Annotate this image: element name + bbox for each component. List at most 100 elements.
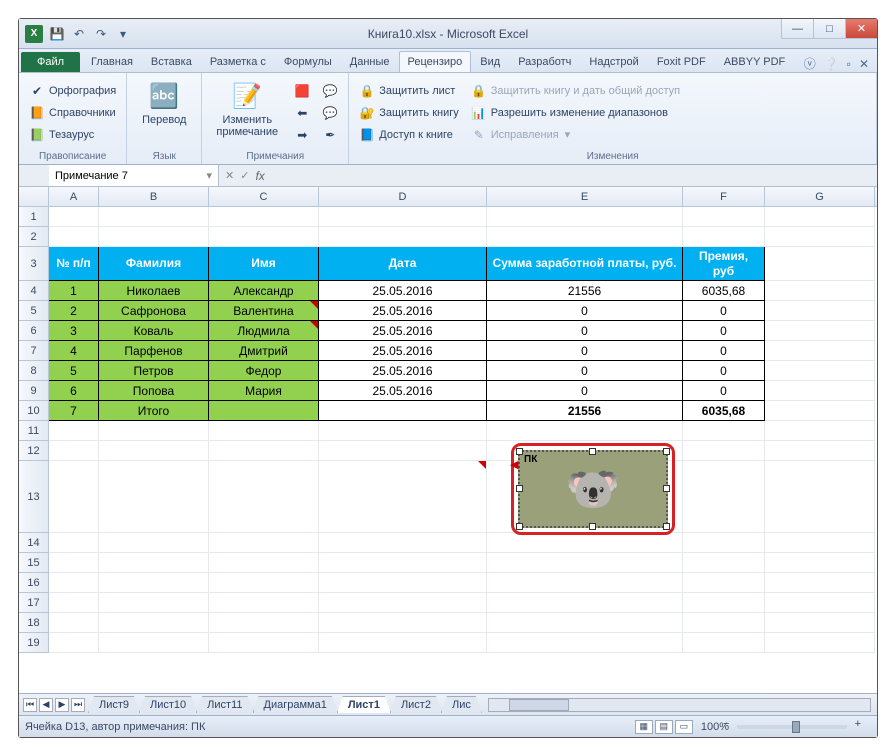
cell[interactable]: 0	[683, 301, 765, 321]
last-sheet-button[interactable]: ⏭	[71, 698, 85, 712]
cell[interactable]: 6035,68	[683, 401, 765, 421]
row-header[interactable]: 1	[19, 207, 49, 227]
row-header[interactable]: 9	[19, 381, 49, 401]
cell[interactable]	[765, 421, 875, 441]
translate-button[interactable]: 🔤 Перевод	[133, 76, 195, 149]
cell[interactable]	[49, 207, 99, 227]
cell[interactable]: 25.05.2016	[319, 321, 487, 341]
tab-addins[interactable]: Надстрой	[580, 51, 647, 72]
cell[interactable]	[683, 573, 765, 593]
cell[interactable]	[487, 633, 683, 653]
col-header[interactable]: G	[765, 187, 875, 206]
cell[interactable]: Николаев	[99, 281, 209, 301]
tab-home[interactable]: Главная	[82, 51, 142, 72]
cell[interactable]	[49, 227, 99, 247]
cell[interactable]: Фамилия	[99, 247, 209, 281]
thesaurus-button[interactable]: 📗Тезаурус	[25, 125, 120, 145]
cell[interactable]	[683, 227, 765, 247]
fx-button[interactable]: fx	[255, 169, 264, 183]
tab-abbyy[interactable]: ABBYY PDF	[715, 51, 795, 72]
spelling-button[interactable]: ✔Орфография	[25, 81, 120, 101]
cell[interactable]	[209, 573, 319, 593]
ribbon-minimize-icon[interactable]: ⓥ	[804, 55, 816, 72]
maximize-button[interactable]: □	[813, 19, 845, 39]
undo-button[interactable]: ↶	[71, 26, 87, 42]
cell[interactable]: 1	[49, 281, 99, 301]
comment-popup[interactable]: ◀ ПК 🐨	[511, 443, 675, 535]
cell[interactable]	[765, 247, 875, 281]
cell[interactable]	[99, 421, 209, 441]
name-box[interactable]: Примечание 7▾	[49, 165, 219, 186]
resize-handle[interactable]	[516, 485, 523, 492]
cell[interactable]	[765, 593, 875, 613]
cell[interactable]	[209, 227, 319, 247]
select-all-corner[interactable]	[19, 187, 49, 206]
file-tab[interactable]: Файл	[21, 52, 80, 72]
edit-comment-button[interactable]: 📝 Изменить примечание	[208, 76, 286, 149]
show-comment-button[interactable]: 💬	[318, 81, 342, 101]
cell[interactable]	[209, 613, 319, 633]
row-header[interactable]: 15	[19, 553, 49, 573]
cell[interactable]	[765, 301, 875, 321]
cell[interactable]: Имя	[209, 247, 319, 281]
resize-handle[interactable]	[589, 448, 596, 455]
cell[interactable]	[99, 633, 209, 653]
cell[interactable]	[209, 461, 319, 533]
zoom-thumb[interactable]	[792, 721, 800, 733]
row-header[interactable]: 7	[19, 341, 49, 361]
cell[interactable]	[49, 421, 99, 441]
cell[interactable]: Коваль	[99, 321, 209, 341]
cell[interactable]	[487, 227, 683, 247]
cell[interactable]	[99, 207, 209, 227]
cell[interactable]: 21556	[487, 401, 683, 421]
help-icon[interactable]: ❔	[824, 57, 839, 71]
cell[interactable]	[209, 533, 319, 553]
cell[interactable]	[319, 553, 487, 573]
row-header[interactable]: 4	[19, 281, 49, 301]
horizontal-scrollbar[interactable]	[488, 698, 871, 712]
cell[interactable]: 0	[487, 381, 683, 401]
cell[interactable]	[683, 533, 765, 553]
cell[interactable]	[99, 227, 209, 247]
cell[interactable]	[319, 533, 487, 553]
cell[interactable]: 25.05.2016	[319, 361, 487, 381]
cell[interactable]	[487, 207, 683, 227]
cell[interactable]: 0	[487, 321, 683, 341]
cell[interactable]	[49, 573, 99, 593]
cell[interactable]: Федор	[209, 361, 319, 381]
cell[interactable]: Парфенов	[99, 341, 209, 361]
cell[interactable]	[49, 441, 99, 461]
cell[interactable]	[487, 573, 683, 593]
cell[interactable]: 25.05.2016	[319, 301, 487, 321]
cell[interactable]	[765, 633, 875, 653]
minimize-button[interactable]: —	[781, 19, 813, 39]
cell[interactable]: 4	[49, 341, 99, 361]
cell[interactable]	[683, 593, 765, 613]
protect-workbook-button[interactable]: 🔐Защитить книгу	[355, 103, 463, 123]
cell[interactable]	[319, 461, 487, 533]
resize-handle[interactable]	[589, 523, 596, 530]
cell[interactable]	[209, 441, 319, 461]
resize-handle[interactable]	[516, 523, 523, 530]
cell[interactable]	[319, 441, 487, 461]
col-header[interactable]: D	[319, 187, 487, 206]
sheet-tab[interactable]: Лист10	[139, 696, 197, 713]
prev-comment-button[interactable]: ⬅	[290, 103, 314, 123]
tab-review[interactable]: Рецензиро	[399, 51, 472, 72]
cell[interactable]	[765, 281, 875, 301]
cell[interactable]	[209, 593, 319, 613]
cell[interactable]: 6035,68	[683, 281, 765, 301]
cell[interactable]	[765, 573, 875, 593]
cell[interactable]	[209, 401, 319, 421]
cell[interactable]	[765, 207, 875, 227]
sheet-tab[interactable]: Лист1	[337, 696, 391, 713]
cell[interactable]	[209, 421, 319, 441]
resize-handle[interactable]	[663, 485, 670, 492]
cell[interactable]	[487, 421, 683, 441]
cell[interactable]	[487, 553, 683, 573]
cell[interactable]	[49, 553, 99, 573]
cell[interactable]: 6	[49, 381, 99, 401]
cell[interactable]: 2	[49, 301, 99, 321]
cell[interactable]: 0	[487, 341, 683, 361]
cell[interactable]	[49, 613, 99, 633]
